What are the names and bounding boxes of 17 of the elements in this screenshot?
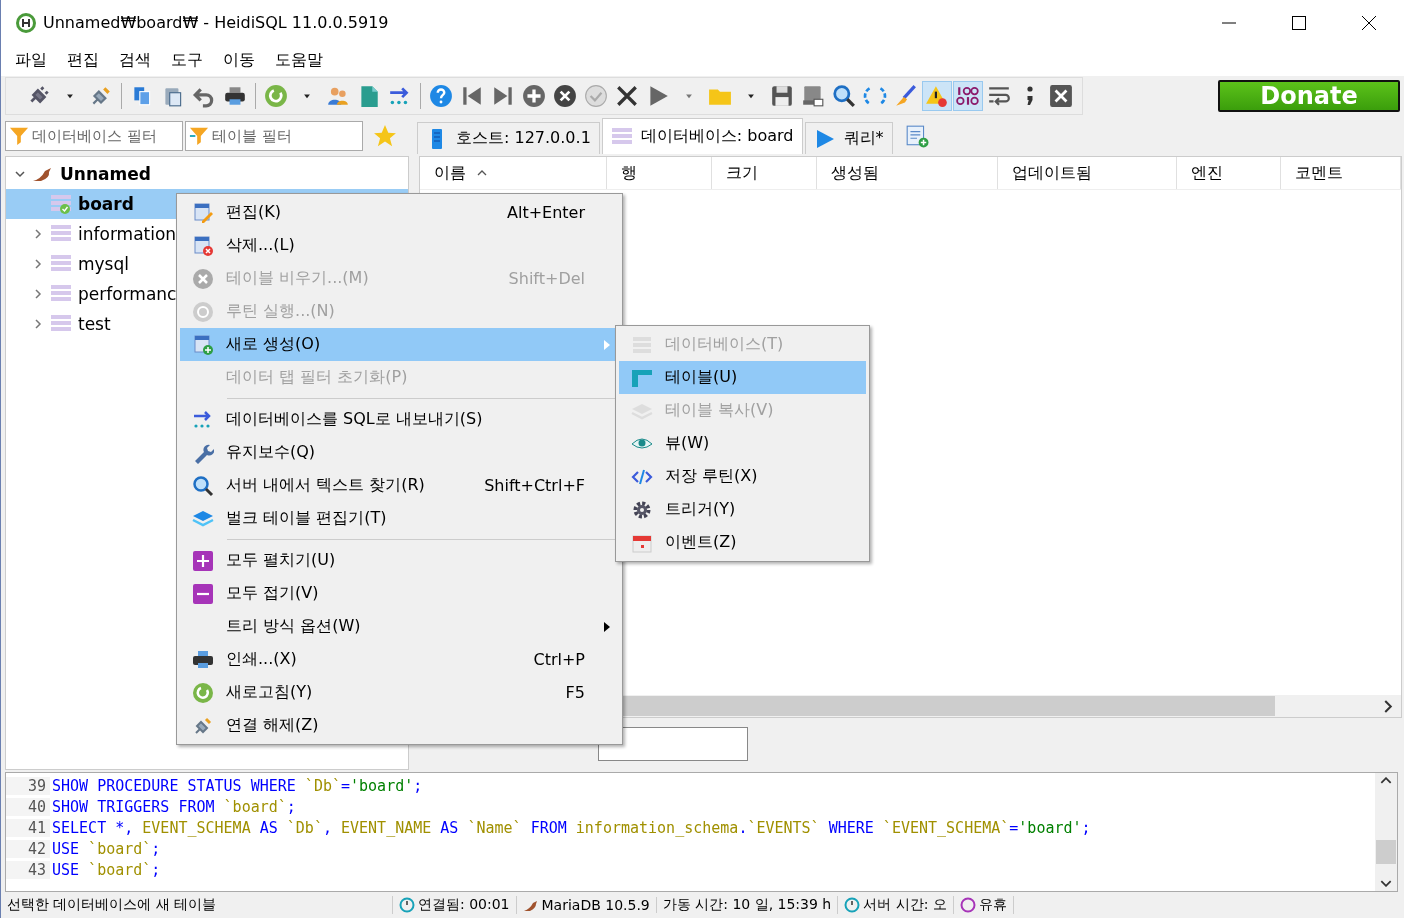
status-text: MariaDB 10.5.9: [516, 897, 657, 913]
status-text: 서버 시간: 오: [838, 896, 954, 914]
code-line: SHOW TRIGGERS FROM `board`;: [51, 797, 296, 816]
code-line: SHOW PROCEDURE STATUS WHERE `Db`='board';: [51, 776, 423, 795]
window-title: Unnamed₩board₩ - HeidiSQL 11.0.0.5919: [43, 13, 389, 32]
status-text: 연결됨: 00:01: [393, 896, 517, 914]
code-line: USE `board`;: [51, 839, 161, 858]
line-number: 40: [6, 797, 50, 816]
code-line: USE `board`;: [51, 860, 161, 879]
status-text: 가동 시간: 10 일, 15:39 h: [656, 896, 839, 914]
line-number: 39: [6, 776, 50, 795]
line-number: 43: [6, 860, 50, 879]
status-text: 선택한 데이터베이스에 새 테이블: [1, 896, 393, 914]
line-number: 42: [6, 839, 50, 858]
status-text: 유휴: [953, 896, 1014, 914]
line-number: 41: [6, 818, 50, 837]
code-line: SELECT *, EVENT_SCHEMA AS `Db`, EVENT_NAME AS `Name` FROM information_schema.`EVENTS` WHERE `EVENT_SCHEMA`='board';: [51, 818, 1091, 837]
